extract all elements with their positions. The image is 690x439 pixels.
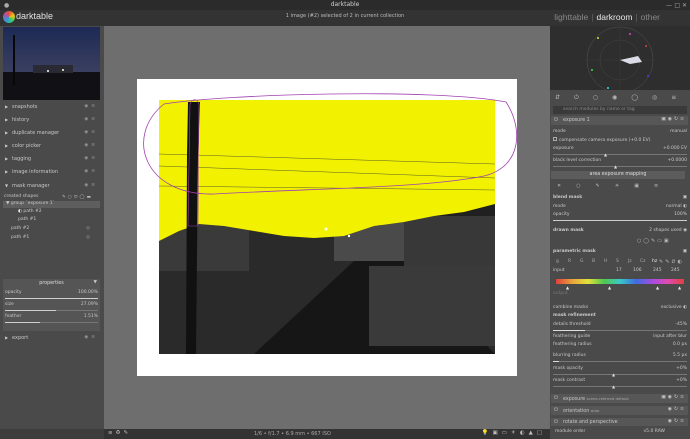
module-search-input[interactable]: search modules by name or tag bbox=[553, 106, 687, 114]
blend-mode-icons[interactable]: ✕○✎☀▣≡ bbox=[557, 183, 673, 189]
collapsed-module-exposure[interactable]: ⏻ exposure scene-referred default ▣◉↻≡ bbox=[551, 394, 688, 403]
view-switcher: lighttable | darkroom | other bbox=[554, 12, 660, 22]
module-export[interactable]: ▶ export ◉≡ bbox=[4, 332, 100, 344]
size-slider[interactable]: size 27.09% bbox=[5, 302, 98, 311]
darktable-logo-icon bbox=[3, 11, 15, 23]
tab-area-exposure-mapping[interactable]: area exposure mapping bbox=[551, 171, 685, 179]
properties-title: properties bbox=[39, 281, 64, 286]
photo-wall bbox=[369, 266, 495, 346]
opacity-slider[interactable]: opacity 100.00% bbox=[5, 290, 98, 299]
collapsed-module-orientation[interactable]: ⏻ orientation auto ◉↻≡ bbox=[551, 406, 688, 415]
channel-tab: S bbox=[616, 259, 619, 264]
exposure-module-header[interactable]: ⏻ exposure 1 ▣◉↻≡ bbox=[551, 116, 688, 125]
navigation-thumbnail[interactable] bbox=[3, 27, 100, 100]
details-threshold-slider[interactable]: details threshold -45% bbox=[553, 322, 687, 327]
shape-item[interactable]: path #2 bbox=[11, 226, 29, 231]
mask-contrast-slider[interactable]: mask contrast +0% bbox=[553, 378, 687, 383]
drawn-shape-icons[interactable]: ○◯✎▭▣ bbox=[637, 238, 671, 244]
properties-panel: properties ▼ opacity 100.00% size 27.09% f… bbox=[3, 279, 100, 331]
module-tagging[interactable]: ▶ tagging ◉≡ bbox=[4, 153, 100, 165]
view-lighttable[interactable]: lighttable bbox=[554, 12, 588, 22]
compensate-checkbox[interactable]: compensate camera exposure (+0.0 EV) bbox=[553, 137, 687, 143]
channel-tab: R bbox=[568, 259, 572, 264]
channel-tab: Jz bbox=[628, 259, 632, 264]
bottom-left-tools-icons[interactable]: ≡♻✎ bbox=[108, 430, 131, 436]
channel-tab: B bbox=[592, 259, 596, 264]
power-icon[interactable]: ⏻ bbox=[554, 407, 558, 413]
module-order[interactable]: module order v5.0 RAW bbox=[555, 429, 685, 434]
mode-dropdown[interactable]: mode manual bbox=[553, 129, 687, 134]
module-header-icons[interactable]: ◉↻≡ bbox=[668, 407, 686, 412]
view-other[interactable]: other bbox=[641, 12, 660, 22]
channel-tab: G bbox=[580, 259, 584, 264]
output-range[interactable]: output bbox=[553, 291, 687, 296]
feather-slider[interactable]: feather 1.51% bbox=[5, 314, 98, 323]
bottom-toolbar: ≡♻✎ 1/6 • f/1.7 • 6.9 mm • 667 ISO 💡▣▭☀◐… bbox=[104, 429, 550, 439]
vectorscope[interactable] bbox=[550, 26, 690, 94]
module-header-icons[interactable]: ▣◉↻≡ bbox=[661, 395, 686, 400]
exposure-slider[interactable]: exposure +0.000 EV bbox=[553, 146, 687, 151]
picker-icons[interactable]: ✎✎⇵◐ bbox=[659, 259, 684, 265]
exif-info: 1/6 • f/1.7 • 6.9 mm • 667 ISO bbox=[254, 431, 331, 437]
shape-item[interactable]: path #1 bbox=[11, 235, 29, 240]
image-canvas[interactable] bbox=[104, 26, 550, 429]
module-image-information[interactable]: ▶ image information ◉≡ bbox=[4, 166, 100, 178]
shape-used-icon: ◎ bbox=[86, 235, 90, 240]
module-header-icons[interactable]: ◉↻≡ bbox=[668, 419, 686, 424]
channel-tab: g bbox=[556, 259, 559, 264]
channel-tab: hz bbox=[652, 259, 658, 264]
shape-used-icon: ◎ bbox=[86, 226, 90, 231]
blend-mode-dropdown[interactable]: mode normal ◐ bbox=[553, 204, 687, 209]
module-duplicate-manager[interactable]: ▶ duplicate manager ◉≡ bbox=[4, 127, 100, 139]
collapse-arrow-icon[interactable]: ▼ bbox=[94, 280, 97, 285]
shape-group-row[interactable]: ▼ group `exposure 1` bbox=[3, 201, 100, 208]
input-hue-gradient[interactable] bbox=[556, 279, 684, 284]
shape-item[interactable]: ◐ path #2 bbox=[18, 209, 42, 214]
window-title: darktable bbox=[330, 1, 360, 8]
view-darkroom[interactable]: darkroom bbox=[597, 12, 633, 22]
power-icon[interactable]: ⏻ bbox=[554, 117, 558, 123]
module-history[interactable]: ▶ history ◉≡ bbox=[4, 114, 100, 126]
created-shapes-label: created shapes bbox=[4, 194, 39, 199]
module-group-tabs[interactable]: ⇵⏻○◉◯◎≡ bbox=[555, 94, 690, 102]
black-level-slider[interactable]: black level correction +0.0000 bbox=[553, 158, 687, 163]
feathering-guide-dropdown[interactable]: feathering guide input after blur bbox=[553, 334, 687, 339]
module-mask-manager[interactable]: ▼ mask manager ◉≡ bbox=[4, 180, 100, 192]
combine-masks-dropdown[interactable]: combine masks exclusive ◐ bbox=[553, 305, 687, 310]
feathering-radius-slider[interactable]: feathering radius 0.0 px bbox=[553, 342, 687, 347]
street-light bbox=[347, 234, 351, 238]
module-color-picker[interactable]: ▶ color picker ◉≡ bbox=[4, 140, 100, 152]
shape-tools-icons[interactable]: ✎○⬭◯▬ bbox=[62, 194, 93, 200]
blend-opacity-slider[interactable]: opacity 100% bbox=[553, 212, 687, 217]
power-icon[interactable]: ⏻ bbox=[554, 395, 558, 401]
drawn-mask-row[interactable]: drawn mask 2 shapes used ◉ bbox=[553, 228, 687, 233]
window-titlebar: darktable ● — □ ✕ bbox=[0, 0, 690, 10]
mask-opacity-slider[interactable]: mask opacity +0% bbox=[553, 366, 687, 371]
input-range[interactable]: input 17 106 245 245 bbox=[553, 268, 687, 273]
channel-tab: Cz bbox=[640, 259, 646, 264]
module-header-icons[interactable]: ▣◉↻≡ bbox=[661, 117, 686, 122]
mask-refinement-title: mask refinement bbox=[553, 313, 596, 318]
bottom-right-tools-icons[interactable]: 💡▣▭☀◐▲□ bbox=[482, 430, 546, 436]
street-light bbox=[324, 227, 328, 231]
shape-item[interactable]: path #1 bbox=[18, 217, 36, 222]
channel-tab: H bbox=[604, 259, 608, 264]
app-name: darktable bbox=[16, 11, 54, 21]
collection-info: 1 image (#2) selected of 2 in current co… bbox=[285, 13, 405, 19]
power-icon[interactable]: ⏻ bbox=[554, 419, 558, 425]
parametric-mask-header: parametric mask ▣ bbox=[553, 249, 687, 254]
blend-mask-header: blend mask ▣ bbox=[553, 195, 687, 200]
collapsed-module-rotate[interactable]: ⏻ rotate and perspective ◉↻≡ bbox=[551, 418, 688, 426]
blurring-radius-slider[interactable]: blurring radius 5.5 px bbox=[553, 353, 687, 358]
module-snapshots[interactable]: ▶ snapshots ◉≡ bbox=[4, 101, 100, 113]
